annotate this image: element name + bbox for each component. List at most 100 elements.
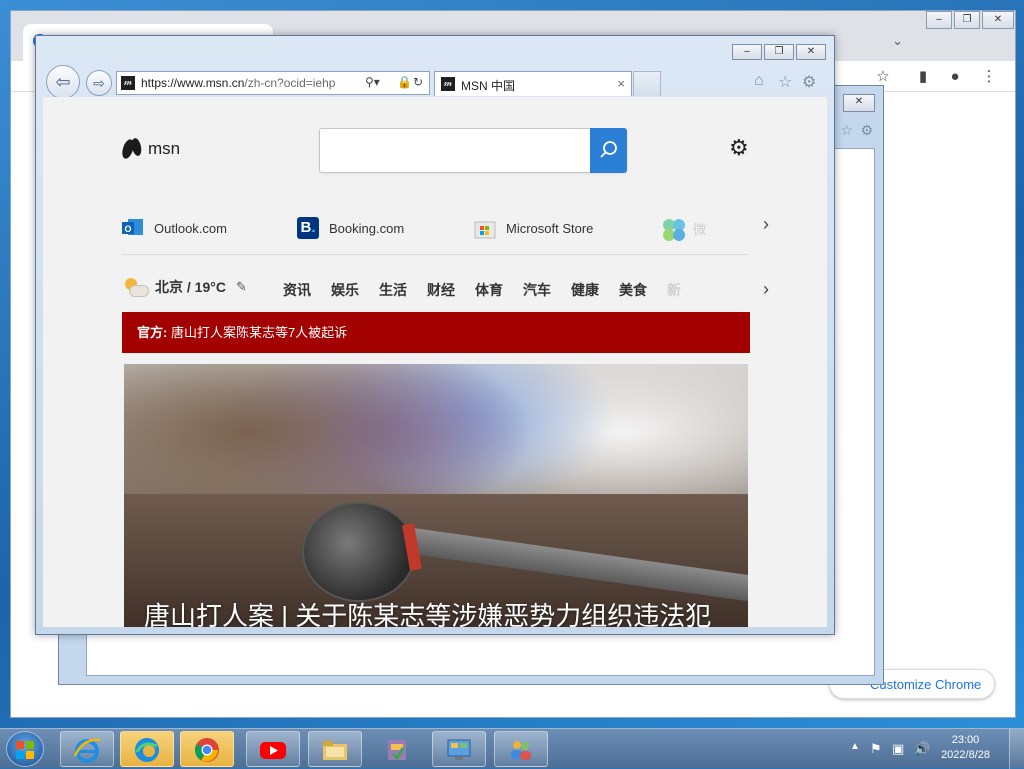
category-lifestyle[interactable]: 生活	[379, 280, 407, 300]
quick-link-label: Outlook.com	[154, 220, 227, 236]
gear-icon[interactable]: ⚙	[860, 122, 873, 139]
chrome-close-button[interactable]: ✕	[982, 11, 1014, 29]
breaking-text: 唐山打人案陈某志等7人被起诉	[167, 325, 348, 340]
system-tray: ▲ ⚑ ▣ 🔊 23:00 2022/8/28	[844, 729, 1024, 769]
page-content: msn ⚙ O Outlook.com B. Booking.com Micro…	[43, 97, 827, 627]
category-finance[interactable]: 财经	[427, 280, 455, 300]
msn-favicon-icon: 𝓂	[121, 76, 135, 90]
customize-chrome-label: Customize Chrome	[870, 677, 982, 692]
address-bar[interactable]: 𝓂 https://www.msn.cn/zh-cn?ocid=iehp ⚲▾ …	[116, 71, 430, 95]
msn-favicon-icon: 𝓂	[441, 77, 455, 91]
chevron-down-icon[interactable]: ⌄	[892, 33, 903, 49]
refresh-icon[interactable]: ↻	[413, 75, 423, 89]
clock-time: 23:00	[951, 734, 980, 746]
chrome-icon	[194, 738, 219, 762]
network-error-icon[interactable]: ▣	[892, 741, 904, 757]
ie-background-close-button[interactable]: ✕	[843, 94, 875, 112]
ie-window: – ❐ ✕ ⇦ ⇨ 𝓂 https://www.msn.cn/zh-cn?oci…	[35, 35, 835, 635]
quick-link-label: Microsoft Store	[506, 220, 594, 236]
partly-cloudy-icon	[123, 277, 149, 297]
side-panel-icon[interactable]: ▮	[913, 67, 933, 87]
installer-icon	[388, 740, 406, 761]
edit-pencil-icon[interactable]: ✎	[236, 279, 247, 295]
category-auto[interactable]: 汽车	[523, 280, 551, 300]
msn-logo[interactable]: msn	[122, 137, 180, 161]
breaking-prefix: 官方:	[137, 325, 168, 340]
control-panel-icon	[447, 739, 471, 760]
restore-button[interactable]: ❐	[764, 44, 794, 60]
tab-msn[interactable]: 𝓂 MSN 中国 ×	[434, 71, 632, 96]
show-desktop-button[interactable]	[1009, 729, 1024, 769]
taskbar-chrome[interactable]	[180, 731, 234, 767]
clover-icon	[661, 217, 685, 241]
chrome-restore-button[interactable]: ❐	[954, 11, 980, 29]
minimize-button[interactable]: –	[732, 44, 762, 60]
divider	[121, 254, 749, 255]
taskbar-control-panel[interactable]	[432, 731, 486, 767]
search-input[interactable]	[319, 128, 627, 173]
taskbar-youtube[interactable]	[246, 731, 300, 767]
search-button[interactable]	[590, 128, 627, 173]
settings-gear-icon[interactable]: ⚙	[729, 135, 749, 161]
categories-next-chevron-icon[interactable]: ›	[763, 279, 769, 300]
lock-icon[interactable]: 🔒	[397, 75, 412, 89]
taskbar-users[interactable]	[494, 731, 548, 767]
start-button[interactable]	[6, 731, 44, 767]
quick-link-partial[interactable]: 微	[661, 213, 706, 243]
clock[interactable]: 23:00 2022/8/28	[941, 733, 990, 763]
favorites-star-icon[interactable]: ☆	[778, 72, 792, 92]
window-controls: – ❐ ✕	[730, 44, 826, 62]
taskbar-app-installer[interactable]	[370, 731, 424, 767]
taskbar-file-explorer[interactable]	[308, 731, 362, 767]
menu-dots-icon[interactable]: ⋮	[979, 67, 999, 87]
volume-icon[interactable]: 🔊	[914, 741, 930, 757]
forward-button[interactable]: ⇨	[86, 70, 112, 96]
users-icon	[511, 741, 531, 760]
show-hidden-icons-icon[interactable]: ▲	[850, 741, 860, 752]
weather-text: 北京 / 19°C	[155, 279, 226, 295]
weather-widget[interactable]: 北京 / 19°C ✎	[123, 277, 247, 297]
back-button[interactable]: ⇦	[46, 65, 80, 99]
address-url: https://www.msn.cn/zh-cn?ocid=iehp	[141, 76, 336, 90]
quick-link-booking[interactable]: B. Booking.com	[297, 213, 404, 243]
search-dropdown-icon[interactable]: ⚲▾	[365, 75, 380, 89]
msn-butterfly-icon	[122, 137, 144, 161]
clock-date: 2022/8/28	[941, 749, 990, 761]
search-icon	[600, 141, 617, 158]
profile-icon[interactable]: ●	[945, 67, 965, 87]
category-nav: 资讯 娱乐 生活 财经 体育 汽车 健康 美食 新	[283, 280, 701, 300]
category-health[interactable]: 健康	[571, 280, 599, 300]
hero-headline[interactable]: 唐山打人案 | 关于陈某志等涉嫌恶势力组织违法犯	[144, 596, 711, 627]
home-icon[interactable]: ⌂	[754, 72, 764, 90]
quick-links-next-chevron-icon[interactable]: ›	[763, 214, 769, 235]
breaking-news-banner[interactable]: 官方: 唐山打人案陈某志等7人被起诉	[122, 312, 750, 353]
outlook-icon: O	[122, 217, 144, 239]
category-sports[interactable]: 体育	[475, 280, 503, 300]
tab-title: MSN 中国	[461, 79, 516, 93]
taskbar-ie[interactable]	[60, 731, 114, 767]
svg-text:O: O	[124, 224, 131, 234]
category-entertainment[interactable]: 娱乐	[331, 280, 359, 300]
close-button[interactable]: ✕	[796, 44, 826, 60]
chrome-minimize-button[interactable]: –	[926, 11, 952, 29]
quick-link-microsoft-store[interactable]: Microsoft Store	[474, 213, 593, 243]
folder-icon	[323, 741, 347, 760]
internet-explorer-icon	[73, 738, 101, 763]
category-partial[interactable]: 新	[667, 280, 681, 300]
taskbar-edge[interactable]	[120, 731, 174, 767]
star-icon[interactable]: ☆	[873, 67, 893, 87]
category-food[interactable]: 美食	[619, 280, 647, 300]
tab-close-icon[interactable]: ×	[617, 76, 625, 91]
quick-link-outlook[interactable]: O Outlook.com	[122, 213, 227, 243]
tools-gear-icon[interactable]: ⚙	[802, 72, 816, 92]
hero-article[interactable]: 唐山打人案 | 关于陈某志等涉嫌恶势力组织违法犯	[124, 364, 748, 627]
action-center-flag-icon[interactable]: ⚑	[870, 741, 882, 757]
new-tab-button[interactable]	[633, 71, 661, 96]
youtube-icon	[260, 742, 286, 759]
category-news[interactable]: 资讯	[283, 280, 311, 300]
star-icon[interactable]: ☆	[840, 122, 853, 139]
hero-image-microphone	[302, 502, 416, 602]
desktop: – ❐ ✕ ⌄ ☆ ▮ ● ⋮ Customize Chrome ✕ ⚙ ☆ –…	[0, 0, 1024, 728]
store-icon	[474, 217, 496, 239]
msn-logo-text: msn	[148, 139, 181, 158]
